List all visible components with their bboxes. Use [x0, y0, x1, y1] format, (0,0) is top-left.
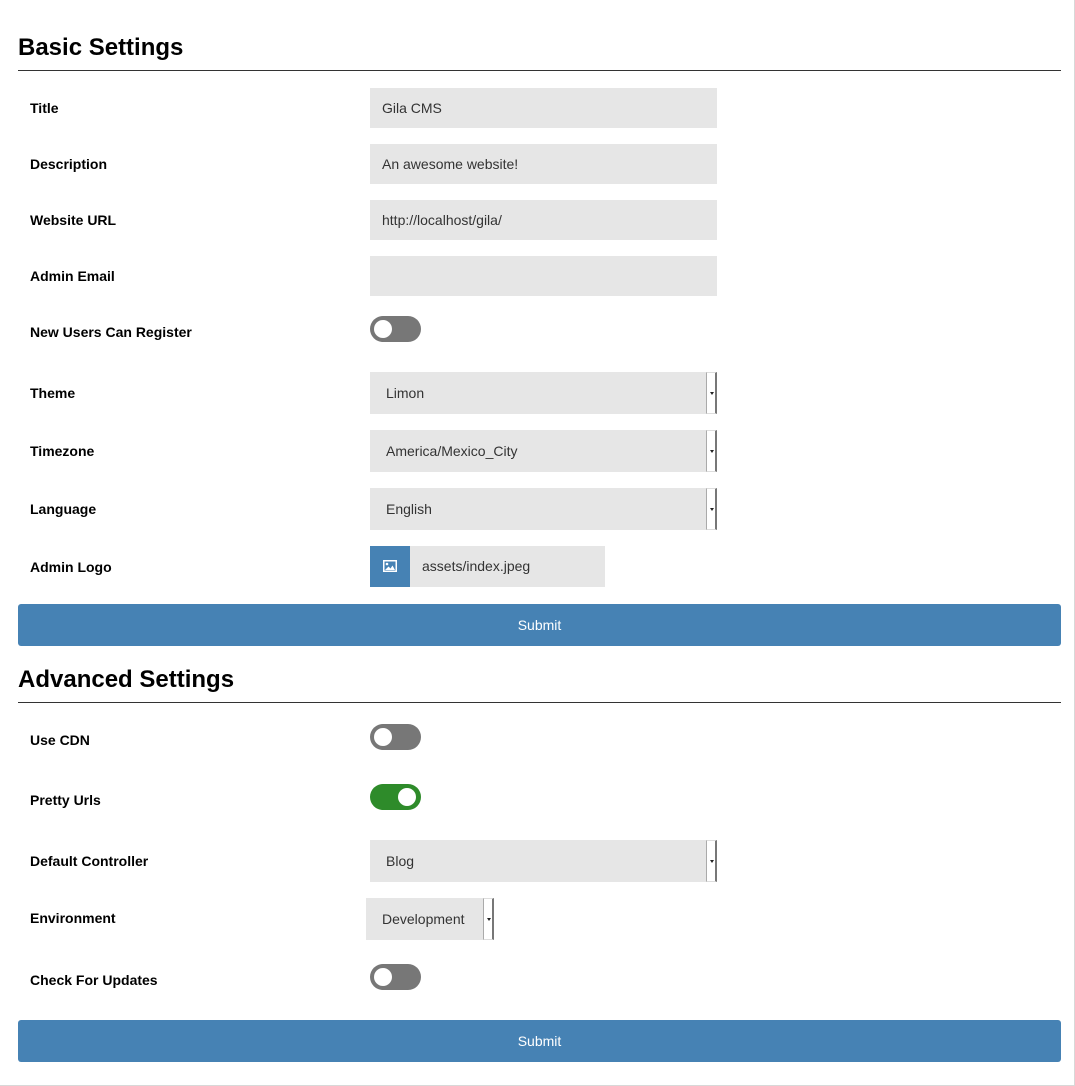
- toggle-knob: [374, 968, 392, 986]
- environment-select-arrow[interactable]: [483, 898, 494, 940]
- advanced-submit-button[interactable]: Submit: [18, 1020, 1061, 1062]
- theme-select-value: Limon: [386, 385, 425, 401]
- timezone-select[interactable]: America/Mexico_City: [370, 430, 717, 472]
- default-controller-select-arrow[interactable]: [706, 840, 717, 882]
- theme-select-arrow[interactable]: [706, 372, 717, 414]
- advanced-settings-heading: Advanced Settings: [18, 666, 235, 693]
- admin-logo-picker-button[interactable]: [370, 546, 410, 587]
- toggle-knob: [374, 728, 392, 746]
- website-url-label: Website URL: [30, 212, 117, 228]
- title-input[interactable]: [370, 88, 717, 128]
- pretty-urls-toggle[interactable]: [370, 784, 421, 810]
- chevron-down-icon: [710, 508, 714, 511]
- pretty-urls-label: Pretty Urls: [30, 792, 101, 808]
- theme-select[interactable]: Limon: [370, 372, 717, 414]
- use-cdn-toggle[interactable]: [370, 724, 421, 750]
- language-select[interactable]: English: [370, 488, 717, 530]
- admin-logo-path-field[interactable]: assets/index.jpeg: [410, 546, 605, 587]
- admin-logo-label: Admin Logo: [30, 559, 112, 575]
- default-controller-select[interactable]: Blog: [370, 840, 717, 882]
- language-select-arrow[interactable]: [706, 488, 717, 530]
- language-select-value: English: [386, 501, 432, 517]
- default-controller-select-value: Blog: [386, 853, 415, 869]
- use-cdn-label: Use CDN: [30, 732, 90, 748]
- chevron-down-icon: [710, 450, 714, 453]
- title-label: Title: [30, 100, 59, 116]
- environment-select-value: Development: [382, 911, 465, 927]
- timezone-select-arrow[interactable]: [706, 430, 717, 472]
- website-url-input[interactable]: [370, 200, 717, 240]
- description-label: Description: [30, 156, 108, 172]
- settings-page: Basic Settings Title Description Website…: [0, 0, 1075, 1086]
- description-input[interactable]: [370, 144, 717, 184]
- basic-settings-divider: [18, 70, 1061, 71]
- theme-label: Theme: [30, 385, 76, 401]
- environment-label: Environment: [30, 910, 116, 926]
- chevron-down-icon: [710, 392, 714, 395]
- admin-email-label: Admin Email: [30, 268, 115, 284]
- new-users-register-label: New Users Can Register: [30, 324, 192, 340]
- environment-select[interactable]: Development: [366, 898, 494, 940]
- image-icon: [383, 560, 397, 572]
- check-updates-label: Check For Updates: [30, 972, 158, 988]
- chevron-down-icon: [487, 918, 491, 921]
- toggle-knob: [398, 788, 416, 806]
- timezone-select-value: America/Mexico_City: [386, 443, 518, 459]
- new-users-register-toggle[interactable]: [370, 316, 421, 342]
- language-label: Language: [30, 501, 97, 517]
- toggle-knob: [374, 320, 392, 338]
- chevron-down-icon: [710, 860, 714, 863]
- basic-submit-button[interactable]: Submit: [18, 604, 1061, 646]
- advanced-settings-divider: [18, 702, 1061, 703]
- check-updates-toggle[interactable]: [370, 964, 421, 990]
- timezone-label: Timezone: [30, 443, 95, 459]
- admin-email-input[interactable]: [370, 256, 717, 296]
- basic-settings-heading: Basic Settings: [18, 34, 184, 61]
- default-controller-label: Default Controller: [30, 853, 149, 869]
